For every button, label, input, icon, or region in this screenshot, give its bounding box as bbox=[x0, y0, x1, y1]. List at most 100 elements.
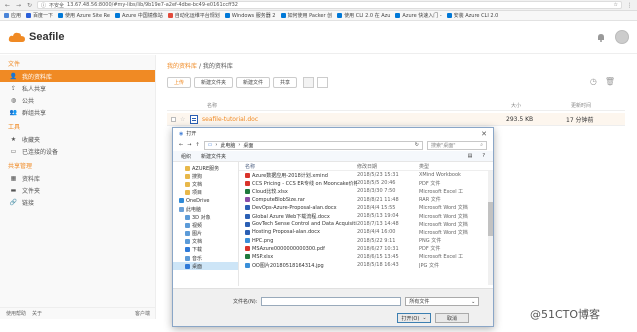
reload-icon[interactable]: ↻ bbox=[26, 2, 33, 9]
search-input[interactable]: 搜索"桌面" ⌕ bbox=[427, 140, 487, 150]
chevron-down-icon: ⌄ bbox=[422, 315, 427, 321]
dialog-new-folder-button[interactable]: 新建文件夹 bbox=[201, 153, 226, 160]
list-item[interactable]: GovTech Sense Control and Data Acquisiti… bbox=[239, 220, 493, 228]
col-name[interactable]: 名称 bbox=[239, 163, 357, 170]
sidebar-item[interactable]: ◍ 公共 bbox=[0, 94, 155, 106]
star-icon[interactable]: ☆ bbox=[614, 2, 618, 8]
forward-icon[interactable]: → bbox=[187, 142, 191, 148]
filename-input[interactable] bbox=[261, 297, 402, 306]
list-item[interactable]: Hosting Proposal-alan.docx 2018/4/4 16:00… bbox=[239, 228, 493, 236]
list-item[interactable]: CCS Pricing - CCS ER专线 on Mooncake价格... 2… bbox=[239, 179, 493, 187]
avatar[interactable] bbox=[615, 30, 629, 44]
back-icon[interactable]: ← bbox=[4, 2, 11, 9]
list-item[interactable]: ComputeBlobSize.rar 2018/8/21 11:48 RAR 文件 bbox=[239, 196, 493, 204]
list-view-icon[interactable] bbox=[303, 77, 315, 88]
tree-item[interactable]: 桌面 bbox=[173, 262, 238, 271]
file-type: PDF 文件 bbox=[419, 246, 441, 253]
bookmark-label: 应用 bbox=[11, 13, 22, 19]
back-icon[interactable]: ← bbox=[179, 142, 183, 148]
sidebar-item[interactable]: ▭ 已连接的设备 bbox=[0, 145, 155, 157]
path-field[interactable]: ▭ › 此电脑 › 桌面 ↻ bbox=[203, 140, 423, 150]
tree-item[interactable]: 文档 bbox=[173, 238, 238, 246]
breadcrumb-root[interactable]: 我的资料库 bbox=[167, 63, 197, 70]
tree-item[interactable]: 视频 bbox=[173, 221, 238, 229]
new-folder-button[interactable]: 新建文件夹 bbox=[194, 77, 234, 88]
bookmark-item[interactable]: Azure 中国镜像站 bbox=[114, 12, 163, 19]
list-item[interactable]: OO图片20180518164314.jpg 2018/5/18 16:43 JPG… bbox=[239, 261, 493, 269]
sidebar-item[interactable]: 👥 群组共享 bbox=[0, 106, 155, 118]
bookmark-item[interactable]: 自动化运维平台规划 bbox=[167, 12, 220, 19]
sidebar-item[interactable]: 👤 我的资料库 bbox=[0, 70, 155, 82]
menu-icon[interactable]: ⋮ bbox=[626, 2, 633, 9]
bell-icon[interactable] bbox=[597, 33, 605, 42]
row-checkbox[interactable] bbox=[171, 116, 176, 122]
new-file-button[interactable]: 新建文件 bbox=[236, 77, 271, 88]
list-item[interactable]: DevOps-Azure-Proposal-alan.docx 2018/4/4 … bbox=[239, 204, 493, 212]
help-link[interactable]: 使用帮助 bbox=[6, 310, 26, 317]
grid-view-icon[interactable] bbox=[317, 77, 329, 88]
sidebar-item[interactable]: 🔗 链接 bbox=[0, 196, 155, 208]
cancel-button[interactable]: 取消 bbox=[435, 313, 469, 323]
tree-item[interactable]: OneDrive bbox=[173, 197, 238, 205]
up-icon[interactable]: ↑ bbox=[195, 142, 199, 148]
table-row[interactable]: ☆ seafile-tutorial.doc 293.5 KB 17 分钟前 bbox=[167, 113, 625, 126]
forward-icon[interactable]: → bbox=[15, 2, 22, 9]
sidebar-item[interactable]: ▬ 文件夹 bbox=[0, 184, 155, 196]
refresh-icon[interactable]: ↻ bbox=[415, 142, 419, 148]
bookmark-icon bbox=[337, 13, 343, 18]
tree-item[interactable]: AZURE服务 bbox=[173, 164, 238, 172]
file-size: 293.5 KB bbox=[506, 115, 534, 123]
tree-item[interactable]: 图片 bbox=[173, 230, 238, 238]
list-item[interactable]: MSAzure0000000000300.pdf 2018/6/27 10:31 P… bbox=[239, 245, 493, 253]
bookmark-item[interactable]: 使用 CLI 2.0 在 Azu bbox=[337, 12, 390, 19]
upload-button[interactable]: 上传 bbox=[167, 77, 192, 88]
file-name[interactable]: seafile-tutorial.doc bbox=[202, 116, 506, 123]
tree-item[interactable]: 文档 bbox=[173, 180, 238, 188]
trash-icon[interactable]: 🗑 bbox=[605, 77, 615, 86]
share-button[interactable]: 共享 bbox=[273, 77, 298, 88]
client-link[interactable]: 客户端 bbox=[135, 310, 150, 317]
scrollbar-thumb[interactable] bbox=[488, 202, 493, 236]
sidebar-item[interactable]: ▦ 资料库 bbox=[0, 172, 155, 184]
chevron-down-icon: ⌄ bbox=[471, 298, 476, 305]
list-item[interactable]: Cloud比较.xlsx 2018/3/30 7:50 Microsoft Exce… bbox=[239, 187, 493, 195]
tree-item[interactable]: 搜狗 bbox=[173, 172, 238, 180]
bookmark-item[interactable]: 百度一下 bbox=[26, 12, 53, 19]
tree-item-label: 图片 bbox=[192, 231, 203, 238]
bookmark-item[interactable]: 安装 Azure CLI 2.0 bbox=[446, 12, 498, 19]
tree-item[interactable]: 此电脑 bbox=[173, 205, 238, 213]
history-icon[interactable]: ◷ bbox=[590, 77, 597, 86]
organize-menu[interactable]: 组织 bbox=[181, 153, 191, 160]
tree-item[interactable]: 下载 bbox=[173, 246, 238, 254]
list-item[interactable]: HPC.png 2018/5/22 9:11 PNG 文件 bbox=[239, 237, 493, 245]
file-type: JPG 文件 bbox=[419, 262, 439, 269]
file-type-select[interactable]: 所有文件 ⌄ bbox=[405, 297, 480, 306]
list-item[interactable]: Global Azure Web下载流程.docx 2018/5/13 19:04… bbox=[239, 212, 493, 220]
help-icon[interactable]: ? bbox=[482, 153, 485, 159]
col-name[interactable]: 名称 bbox=[207, 102, 511, 109]
path-segment-desktop[interactable]: 桌面 bbox=[243, 142, 253, 149]
tree-item[interactable]: 音乐 bbox=[173, 254, 238, 262]
about-link[interactable]: 关于 bbox=[32, 310, 42, 317]
col-date[interactable]: 修改日期 bbox=[357, 163, 419, 170]
tree-item[interactable]: 3D 对象 bbox=[173, 213, 238, 221]
bookmark-item[interactable]: Windows 服务器 2 bbox=[224, 12, 276, 19]
view-options-icon[interactable]: ▤ bbox=[468, 153, 473, 159]
tree-item-label: OneDrive bbox=[186, 197, 210, 204]
star-icon[interactable]: ☆ bbox=[180, 116, 190, 123]
seafile-logo[interactable]: Seafile bbox=[8, 31, 64, 43]
open-button[interactable]: 打开(O) ⌄ bbox=[397, 313, 431, 323]
sidebar-item[interactable]: ★ 收藏夹 bbox=[0, 133, 155, 145]
bookmark-item[interactable]: 应用 bbox=[4, 12, 21, 19]
bookmark-item[interactable]: 使用 Azure Site Re bbox=[58, 12, 110, 19]
tree-item[interactable]: 项目 bbox=[173, 189, 238, 197]
bookmark-item[interactable]: Azure 快速入门 - bbox=[395, 12, 442, 19]
close-icon[interactable]: ✕ bbox=[481, 130, 487, 138]
bookmark-item[interactable]: 如何使用 Packer 创 bbox=[280, 12, 332, 19]
path-segment-pc[interactable]: 此电脑 bbox=[220, 142, 235, 149]
url-field[interactable]: ⓘ 不安全 13.67.48.56:8000/#my-libs/lib/9b19… bbox=[37, 1, 622, 9]
list-item[interactable]: Azure数据应用-2018计划.xmind 2018/5/23 15:31 XMi… bbox=[239, 171, 493, 179]
list-item[interactable]: MSP.xlsx 2018/6/15 13:45 Microsoft Excel 工 bbox=[239, 253, 493, 261]
col-type[interactable]: 类型 bbox=[419, 163, 489, 170]
sidebar-item[interactable]: ⇪ 私人共享 bbox=[0, 82, 155, 94]
